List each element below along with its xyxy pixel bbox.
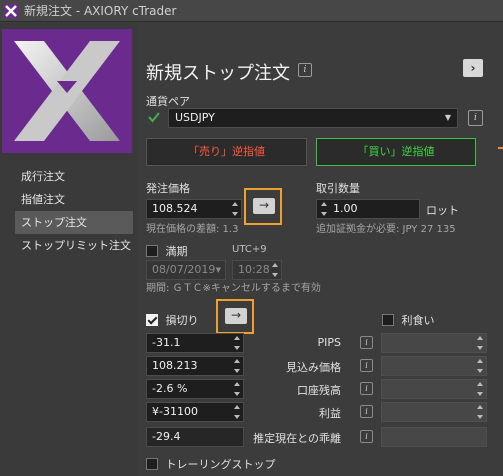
sl-price-spinner[interactable] [234, 359, 240, 373]
distance-from-current-label: 推定現在との乖離 [253, 432, 341, 445]
stop-loss-label: 損切り [165, 314, 199, 327]
tp-pips-spinner[interactable] [477, 336, 483, 350]
margin-required-note: 追加証拠金が必要: JPY 27 135 [316, 224, 456, 235]
sl-pips-spinner[interactable] [234, 336, 240, 350]
expiry-time-spinner[interactable] [272, 263, 278, 277]
symbol-select[interactable]: USDJPY ▼ [168, 108, 458, 128]
expiry-date-input[interactable]: 08/07/2019 ▼ [146, 260, 226, 280]
account-balance-label: 口座残高 [297, 384, 341, 397]
order-price-input[interactable]: 108.524 [146, 199, 242, 219]
chevron-right-icon[interactable]: › [463, 59, 483, 77]
expiry-time-input[interactable]: 10:28 [232, 260, 282, 280]
take-profit-label: 利食い [401, 314, 435, 327]
sl-pips-value: -31.1 [152, 336, 181, 349]
sl-profit-input[interactable]: ¥-31100 [146, 402, 244, 422]
info-icon[interactable]: i [298, 63, 312, 77]
panel-edge-marker [498, 147, 503, 157]
expected-price-label: 見込み価格 [286, 361, 341, 374]
stop-loss-toggle[interactable]: 損切り [146, 312, 199, 328]
check-mark-icon[interactable] [147, 110, 161, 124]
sl-pips-input[interactable]: -31.1 [146, 333, 244, 353]
chevron-down-icon: ▼ [215, 266, 221, 274]
quantity-unit: ロット [426, 204, 459, 217]
order-form: 新規ストップ注文 i › 通貨ペア USDJPY ▼ i 「売り」逆指値 「買い… [138, 23, 503, 476]
quantity-value: 1.00 [333, 202, 358, 215]
nav-item-stop-order[interactable]: ストップ注文 [15, 211, 133, 234]
sl-balance-spinner[interactable] [234, 382, 240, 396]
sl-distance-field: -29.4 [146, 427, 244, 447]
sl-distance-value: -29.4 [152, 430, 181, 443]
window-title: 新規注文 - AXIORY cTrader [24, 4, 177, 18]
trailing-stop-checkbox[interactable] [146, 458, 158, 470]
sl-price-input[interactable]: 108.213 [146, 356, 244, 376]
tp-profit-spinner[interactable] [477, 405, 483, 419]
trailing-stop-label: トレーリングストップ [165, 458, 276, 471]
sell-stop-button[interactable]: 「売り」逆指値 [146, 138, 307, 166]
order-type-nav: 成行注文 指値注文 ストップ注文 ストップリミット注文 [15, 165, 133, 257]
sl-profit-spinner[interactable] [234, 405, 240, 419]
page-title: 新規ストップ注文 [146, 63, 290, 84]
tp-profit-input[interactable] [381, 402, 487, 422]
tp-price-input[interactable] [381, 356, 487, 376]
stop-loss-checkbox[interactable] [146, 314, 158, 326]
axiory-logo [2, 29, 132, 153]
tp-pips-input[interactable] [381, 333, 487, 353]
window-titlebar: 新規注文 - AXIORY cTrader [0, 0, 503, 22]
distance-info-icon[interactable]: i [360, 430, 373, 443]
nav-item-stop-limit-order[interactable]: ストップリミット注文 [15, 234, 133, 257]
symbol-label: 通貨ペア [146, 95, 190, 108]
symbol-value: USDJPY [175, 111, 215, 124]
arrow-right-icon[interactable]: → [225, 308, 247, 324]
sl-profit-value: ¥-31100 [152, 405, 198, 418]
order-price-value: 108.524 [152, 202, 198, 215]
timezone-label: UTC+9 [232, 244, 267, 255]
sl-balance-value: -2.6 % [152, 382, 188, 395]
take-profit-checkbox[interactable] [382, 314, 394, 326]
profit-label: 利益 [319, 407, 341, 420]
price-difference-note: 現在価格の差額: 1.3 [146, 224, 239, 235]
nav-item-limit-order[interactable]: 指値注文 [15, 188, 133, 211]
sl-balance-input[interactable]: -2.6 % [146, 379, 244, 399]
buy-stop-button[interactable]: 「買い」逆指値 [316, 138, 476, 166]
symbol-info-icon[interactable]: i [468, 110, 483, 126]
quantity-label: 取引数量 [316, 182, 360, 195]
nav-item-market-order[interactable]: 成行注文 [15, 165, 133, 188]
expiry-note: 期間: ＧＴＣ※キャンセルするまで有効 [146, 283, 321, 294]
sl-price-value: 108.213 [152, 359, 198, 372]
account-balance-info-icon[interactable]: i [360, 382, 373, 395]
arrow-right-icon[interactable]: → [253, 198, 275, 214]
quantity-spinner[interactable] [321, 202, 327, 216]
expiry-date-value: 08/07/2019 [152, 263, 216, 276]
expiry-toggle[interactable]: 満期 [146, 243, 188, 259]
app-logo-icon [4, 3, 18, 18]
expected-price-info-icon[interactable]: i [360, 359, 373, 372]
quantity-input[interactable]: 1.00 [316, 199, 420, 219]
trailing-stop-toggle[interactable]: トレーリングストップ [146, 456, 276, 472]
order-price-label: 発注価格 [146, 182, 190, 195]
tp-distance-field [381, 427, 487, 447]
expiry-time-value: 10:28 [238, 263, 270, 276]
chevron-down-icon: ▼ [444, 113, 451, 122]
tp-price-spinner[interactable] [477, 359, 483, 373]
pips-info-icon[interactable]: i [360, 336, 373, 349]
tp-balance-input[interactable] [381, 379, 487, 399]
pips-label: PIPS [317, 336, 342, 349]
expiry-checkbox[interactable] [146, 245, 158, 257]
tp-balance-spinner[interactable] [477, 382, 483, 396]
order-price-spinner[interactable] [232, 202, 238, 216]
profit-info-icon[interactable]: i [360, 405, 373, 418]
order-type-panel: 成行注文 指値注文 ストップ注文 ストップリミット注文 [0, 23, 138, 476]
take-profit-toggle[interactable]: 利食い [382, 312, 435, 328]
expiry-label: 満期 [165, 245, 188, 258]
